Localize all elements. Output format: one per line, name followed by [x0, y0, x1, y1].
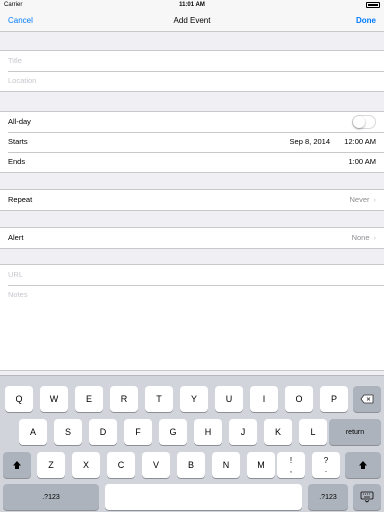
keyboard: Q W E R T Y U I O P A S D F G H J K L re… [0, 375, 384, 512]
key-f[interactable]: F [124, 419, 152, 445]
key-c[interactable]: C [107, 452, 135, 478]
key-o[interactable]: O [285, 386, 313, 412]
repeat-value: Never [349, 195, 370, 204]
key-label-top: ? [323, 456, 329, 465]
key-w[interactable]: W [40, 386, 68, 412]
key-h[interactable]: H [194, 419, 222, 445]
key-v[interactable]: V [142, 452, 170, 478]
status-bar: Carrier 11:01 AM [0, 0, 384, 10]
alert-row[interactable]: Alert None › [0, 228, 384, 248]
keyboard-dismiss-key[interactable] [353, 484, 381, 510]
notes-field[interactable]: Notes [0, 285, 384, 370]
key-j[interactable]: J [229, 419, 257, 445]
key-i[interactable]: I [250, 386, 278, 412]
key-label-bottom: , [289, 465, 293, 474]
alert-group: Alert None › [0, 227, 384, 249]
key-a[interactable]: A [19, 419, 47, 445]
all-day-label: All-day [8, 117, 31, 126]
numbers-key[interactable]: .?123 [3, 484, 99, 510]
starts-row[interactable]: Starts Sep 8, 2014 12:00 AM [0, 132, 384, 152]
title-location-group: Title Location [0, 50, 384, 92]
backspace-icon [360, 394, 374, 404]
space-bar[interactable] [105, 484, 302, 510]
key-l[interactable]: L [299, 419, 327, 445]
key-y[interactable]: Y [180, 386, 208, 412]
starts-time: 12:00 AM [344, 137, 376, 146]
shift-key-right[interactable] [345, 452, 381, 478]
chevron-right-icon: › [373, 233, 377, 242]
alert-value-wrap: None › [352, 228, 376, 248]
url-notes-group: URL Notes [0, 264, 384, 371]
key-label-bottom: . [324, 465, 328, 474]
url-placeholder: URL [8, 270, 24, 279]
repeat-value-wrap: Never › [349, 190, 376, 210]
key-q[interactable]: Q [5, 386, 33, 412]
all-day-row: All-day [0, 112, 384, 132]
starts-date: Sep 8, 2014 [289, 137, 330, 146]
alert-label: Alert [8, 233, 24, 242]
key-g[interactable]: G [159, 419, 187, 445]
key-b[interactable]: B [177, 452, 205, 478]
chevron-right-icon: › [373, 195, 377, 204]
key-e[interactable]: E [75, 386, 103, 412]
key-d[interactable]: D [89, 419, 117, 445]
key-label-top: ! [289, 456, 293, 465]
key-k[interactable]: K [264, 419, 292, 445]
done-button[interactable]: Done [356, 16, 376, 25]
page-title: Add Event [173, 16, 211, 25]
key-z[interactable]: Z [37, 452, 65, 478]
key-x[interactable]: X [72, 452, 100, 478]
key-r[interactable]: R [110, 386, 138, 412]
shift-key[interactable] [3, 452, 31, 478]
toggle-knob [353, 116, 365, 128]
shift-icon [13, 461, 21, 469]
battery-icon [366, 2, 380, 8]
starts-label: Starts [8, 137, 28, 146]
date-group: All-day Starts Sep 8, 2014 12:00 AM Ends… [0, 111, 384, 173]
repeat-group: Repeat Never › [0, 189, 384, 211]
all-day-toggle[interactable] [352, 115, 376, 129]
location-field[interactable]: Location [0, 71, 384, 91]
keyboard-dismiss-icon [360, 491, 374, 503]
notes-placeholder: Notes [8, 290, 28, 299]
key-u[interactable]: U [215, 386, 243, 412]
shift-icon [359, 461, 367, 469]
key-p[interactable]: P [320, 386, 348, 412]
return-key[interactable]: return [329, 419, 381, 445]
ends-row[interactable]: Ends 1:00 AM [0, 152, 384, 172]
status-time: 11:01 AM [179, 2, 205, 8]
repeat-label: Repeat [8, 195, 33, 204]
key-t[interactable]: T [145, 386, 173, 412]
numbers-key-right[interactable]: .?123 [308, 484, 348, 510]
key-m[interactable]: M [247, 452, 275, 478]
ends-time: 1:00 AM [348, 157, 376, 166]
title-field[interactable]: Title [0, 51, 384, 71]
key-question-period[interactable]: ? . [312, 452, 340, 478]
url-field[interactable]: URL [0, 265, 384, 285]
navigation-bar: Cancel Add Event Done [0, 10, 384, 32]
backspace-key[interactable] [353, 386, 381, 412]
ends-label: Ends [8, 157, 26, 166]
title-placeholder: Title [8, 56, 22, 65]
location-placeholder: Location [8, 76, 37, 85]
key-s[interactable]: S [54, 419, 82, 445]
repeat-row[interactable]: Repeat Never › [0, 190, 384, 210]
key-exclamation-comma[interactable]: ! , [277, 452, 305, 478]
key-n[interactable]: N [212, 452, 240, 478]
alert-value: None [351, 233, 370, 242]
